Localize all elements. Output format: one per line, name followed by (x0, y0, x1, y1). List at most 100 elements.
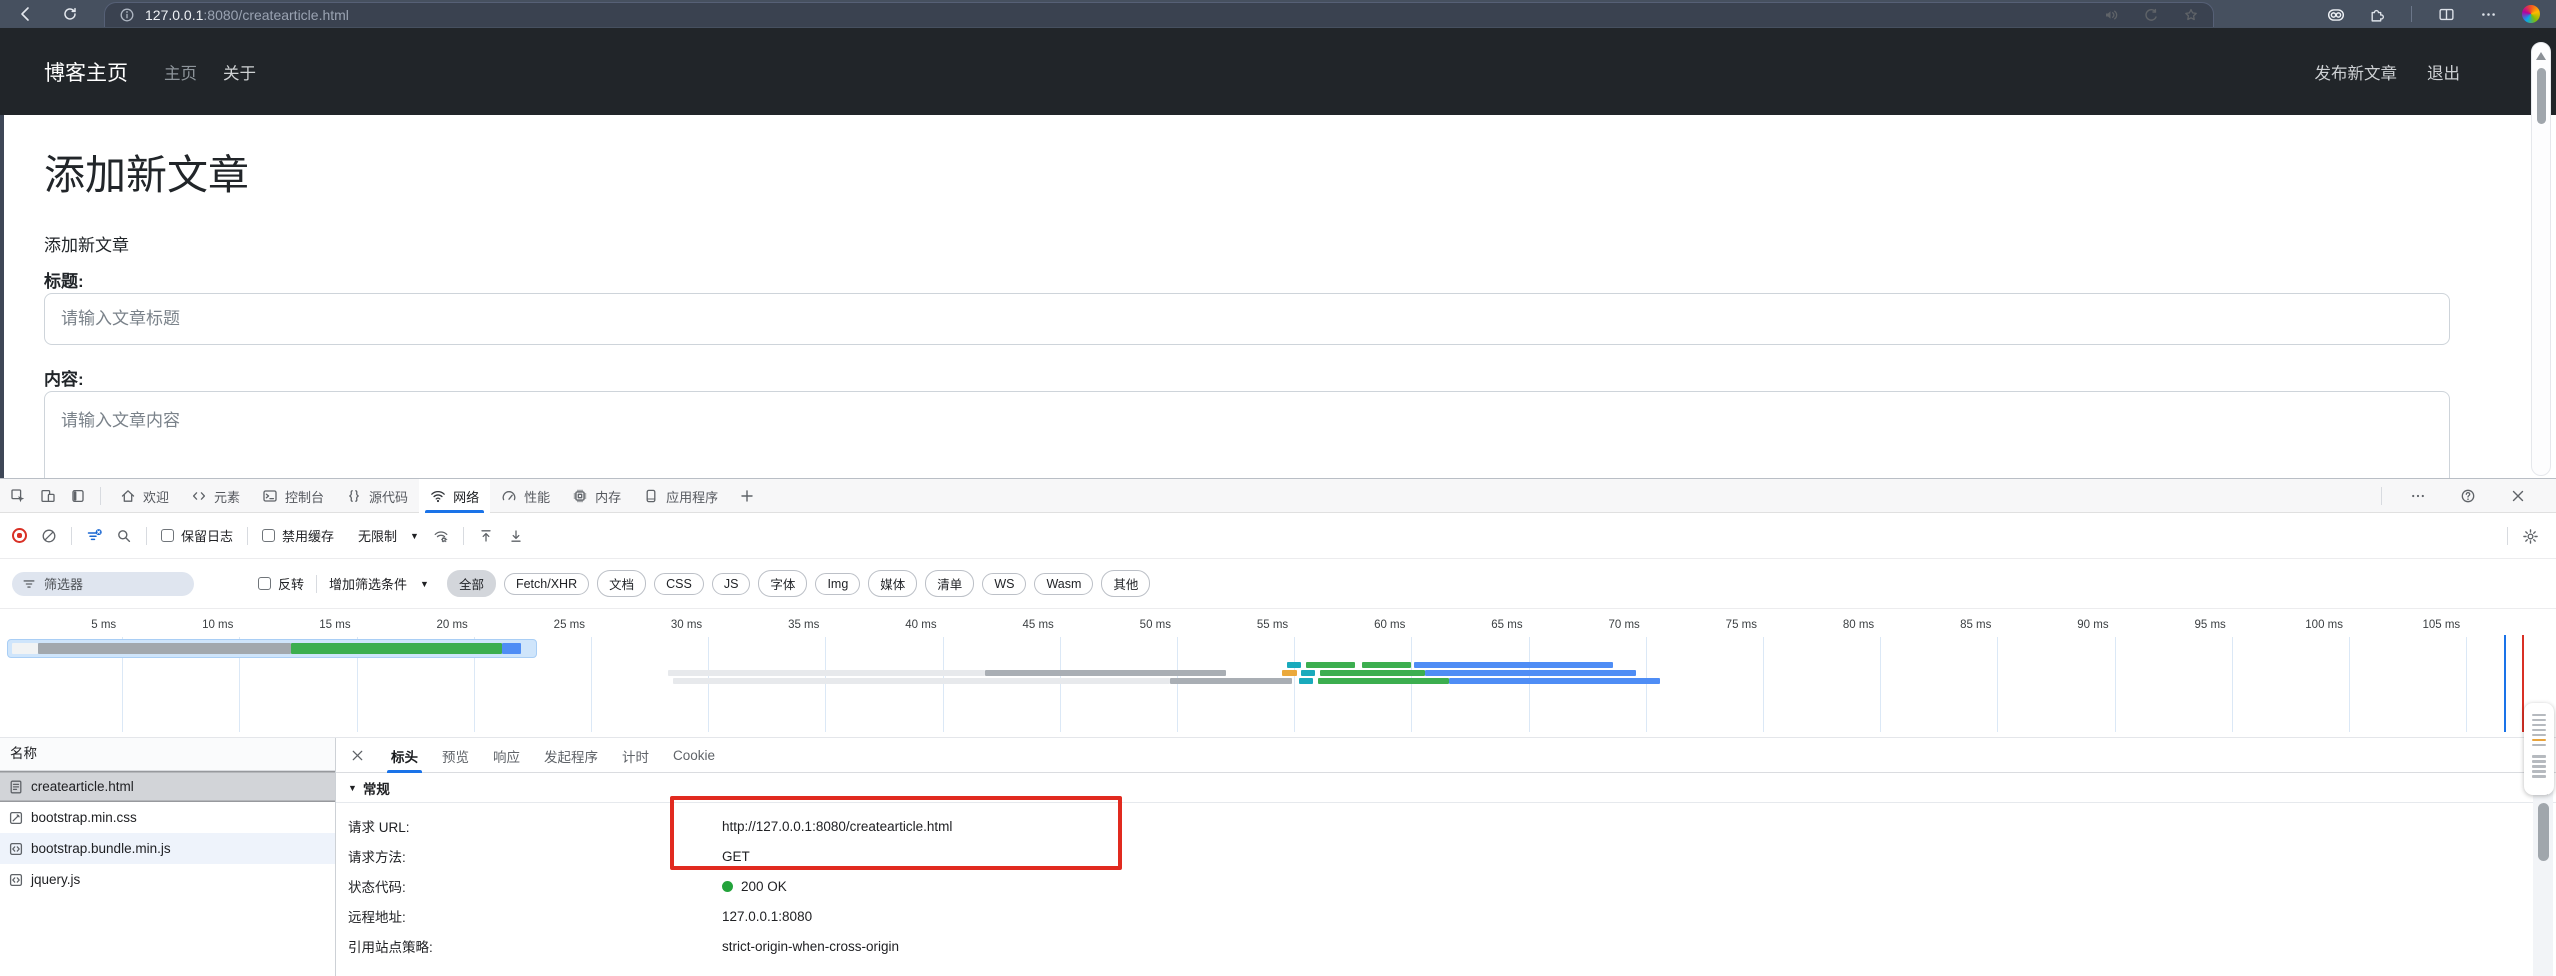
details-tab-Cookie[interactable]: Cookie (661, 738, 727, 773)
request-row-createarticle.html[interactable]: createarticle.html (0, 771, 335, 802)
waterfall-bar-content[interactable] (1362, 662, 1411, 668)
scrollbar-thumb[interactable] (2538, 803, 2549, 861)
devtools-more-icon[interactable] (2410, 488, 2426, 504)
request-row-jquery.js[interactable]: jquery.js (0, 864, 335, 895)
filter-pill-Wasm[interactable]: Wasm (1034, 573, 1093, 595)
extensions-icon[interactable] (2369, 6, 2385, 22)
preserve-log-checkbox[interactable] (161, 529, 174, 542)
browser-essentials-icon[interactable] (2327, 6, 2343, 22)
details-tab-发起程序[interactable]: 发起程序 (532, 738, 610, 773)
page-scrollbar[interactable] (2531, 42, 2551, 476)
throttling-dropdown[interactable]: 无限制 ▼ (358, 526, 419, 545)
waterfall-bar-content[interactable] (1318, 678, 1449, 684)
waterfall-bar-content[interactable] (291, 643, 502, 654)
nav-link-about[interactable]: 关于 (223, 60, 256, 84)
devtools-tab-内存[interactable]: 内存 (561, 479, 632, 513)
filter-pill-WS[interactable]: WS (982, 573, 1026, 595)
devtools-tab-源代码[interactable]: 源代码 (335, 479, 419, 513)
waterfall-bar-download[interactable] (1414, 662, 1613, 668)
waterfall-bar-download[interactable] (502, 643, 521, 654)
inspect-element-icon[interactable] (10, 488, 26, 504)
copilot-icon[interactable] (2522, 5, 2540, 23)
scrollbar-thumb[interactable] (2537, 68, 2546, 124)
address-bar[interactable]: 127.0.0.1:8080/createarticle.html (104, 2, 2214, 27)
details-tab-标头[interactable]: 标头 (379, 738, 430, 773)
filter-pill-其他[interactable]: 其他 (1101, 570, 1150, 597)
search-icon[interactable] (116, 528, 132, 544)
navbar-brand[interactable]: 博客主页 (44, 57, 128, 87)
devtools-tab-网络[interactable]: 网络 (419, 479, 490, 513)
favorites-star-icon[interactable] (2183, 7, 2199, 23)
waterfall-bar-waiting[interactable] (38, 643, 291, 654)
network-conditions-icon[interactable] (433, 528, 449, 544)
read-aloud-icon[interactable] (2103, 7, 2119, 23)
general-section-header[interactable]: ▼ 常规 (336, 773, 2556, 803)
waterfall-bar-queue[interactable] (668, 670, 984, 676)
record-network-log-button[interactable] (12, 528, 27, 543)
filter-pill-JS[interactable]: JS (712, 573, 751, 595)
network-settings-gear-icon[interactable] (2522, 528, 2538, 544)
filter-pill-字体[interactable]: 字体 (758, 570, 807, 597)
device-toolbar-icon[interactable] (40, 488, 56, 504)
devtools-tab-应用程序[interactable]: 应用程序 (632, 479, 729, 513)
network-overview-timeline[interactable]: 5 ms10 ms15 ms20 ms25 ms30 ms35 ms40 ms4… (0, 609, 2556, 738)
back-icon[interactable] (18, 6, 34, 22)
devtools-tab-性能[interactable]: 性能 (490, 479, 561, 513)
invert-filter-checkbox[interactable] (258, 577, 271, 590)
nav-link-logout[interactable]: 退出 (2427, 60, 2460, 84)
waterfall-bar-stalled[interactable] (1170, 678, 1292, 684)
devtools-tab-元素[interactable]: 元素 (180, 479, 251, 513)
waterfall-bar-blocked[interactable] (12, 643, 38, 654)
import-har-icon[interactable] (508, 528, 524, 544)
devtools-tab-欢迎[interactable]: 欢迎 (109, 479, 180, 513)
more-filters-dropdown[interactable]: 增加筛选条件 ▼ (329, 574, 429, 593)
filter-pill-媒体[interactable]: 媒体 (868, 570, 917, 597)
request-row-bootstrap.min.css[interactable]: bootstrap.min.css (0, 802, 335, 833)
collections-icon[interactable] (2143, 7, 2159, 23)
more-menu-icon[interactable] (2480, 6, 2496, 22)
waterfall-bar-content[interactable] (1320, 670, 1425, 676)
details-tab-预览[interactable]: 预览 (430, 738, 481, 773)
waterfall-bar-content[interactable] (1306, 662, 1355, 668)
waterfall-bar-download[interactable] (1449, 678, 1660, 684)
close-devtools-icon[interactable] (2510, 488, 2526, 504)
waterfall-bar-connect[interactable] (1287, 662, 1301, 668)
waterfall-bar-queue[interactable] (673, 678, 1170, 684)
nav-link-new-post[interactable]: 发布新文章 (2315, 60, 2398, 84)
filter-pill-CSS[interactable]: CSS (654, 573, 704, 595)
waterfall-bar-connect[interactable] (1299, 678, 1313, 684)
filter-pill-清单[interactable]: 清单 (925, 570, 974, 597)
filter-pill-全部[interactable]: 全部 (447, 570, 496, 597)
waterfall-bar-dns[interactable] (1282, 670, 1296, 676)
export-har-icon[interactable] (478, 528, 494, 544)
waterfall-bar-stalled[interactable] (985, 670, 1226, 676)
more-tabs-button[interactable] (739, 488, 755, 504)
content-textarea[interactable] (44, 391, 2450, 478)
disable-cache-checkbox[interactable] (262, 529, 275, 542)
waterfall-bar-connect[interactable] (1301, 670, 1315, 676)
devtools-tab-控制台[interactable]: 控制台 (251, 479, 335, 513)
filter-input[interactable]: 筛选器 (12, 572, 194, 596)
title-input[interactable] (44, 293, 2450, 345)
filter-pill-Img[interactable]: Img (815, 573, 860, 595)
request-list-name-header[interactable]: 名称 (0, 738, 335, 771)
layout-panel-icon[interactable] (70, 488, 86, 504)
filter-toggle-icon[interactable] (86, 528, 102, 544)
split-screen-icon[interactable] (2438, 6, 2454, 22)
details-tab-响应[interactable]: 响应 (481, 738, 532, 773)
clear-network-log-icon[interactable] (41, 528, 57, 544)
nav-link-home[interactable]: 主页 (164, 60, 197, 84)
details-tab-计时[interactable]: 计时 (610, 738, 661, 773)
refresh-icon[interactable] (62, 6, 78, 22)
overlay-scroll-preview[interactable] (2524, 703, 2554, 795)
site-info-icon[interactable] (119, 7, 135, 23)
help-icon[interactable] (2460, 488, 2476, 504)
request-row-bootstrap.bundle.min.js[interactable]: bootstrap.bundle.min.js (0, 833, 335, 864)
filter-pill-文档[interactable]: 文档 (597, 570, 646, 597)
scroll-up-arrow-icon[interactable] (2536, 52, 2546, 60)
filter-pill-Fetch/XHR[interactable]: Fetch/XHR (504, 573, 589, 595)
url-text[interactable]: 127.0.0.1:8080/createarticle.html (145, 7, 349, 23)
details-scrollbar[interactable] (2533, 778, 2553, 976)
close-details-icon[interactable] (350, 748, 365, 763)
waterfall-bar-download[interactable] (1425, 670, 1636, 676)
